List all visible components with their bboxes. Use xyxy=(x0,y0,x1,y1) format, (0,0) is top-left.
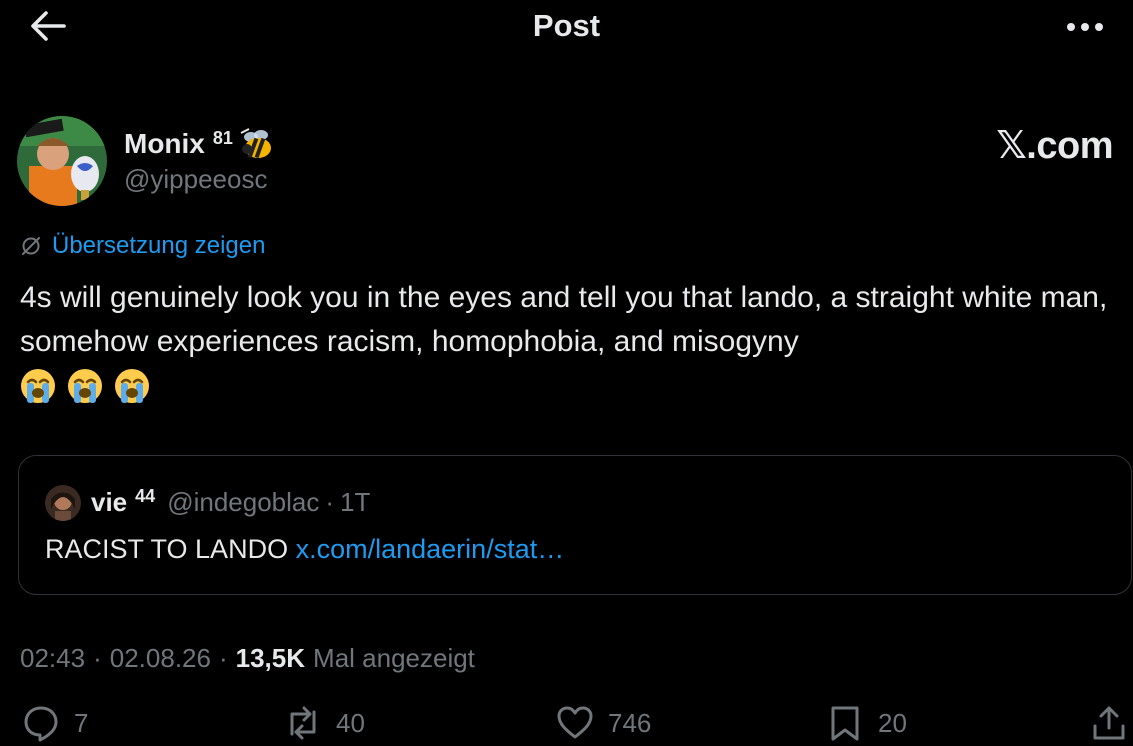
post-time[interactable]: 02:43 xyxy=(20,643,85,674)
author-name-row[interactable]: Monix 81 xyxy=(124,124,275,164)
loudly-crying-face-emoji-icon xyxy=(115,369,149,403)
bookmark-icon xyxy=(831,706,859,741)
quoted-author-name[interactable]: vie xyxy=(91,487,127,518)
quoted-text: RACIST TO LANDO x.com/landaerin/stat… xyxy=(45,534,564,565)
bookmark-button[interactable]: 20 xyxy=(826,704,907,742)
x-com-watermark: 𝕏.com xyxy=(996,125,1113,167)
quoted-header: vie 44 @indegoblac · 1T xyxy=(91,484,370,520)
emoji-row xyxy=(20,368,150,404)
quoted-avatar[interactable] xyxy=(45,485,81,521)
author-badge-number: 81 xyxy=(212,127,233,148)
bookmark-count: 20 xyxy=(878,707,907,738)
quoted-separator: · xyxy=(325,486,335,517)
quoted-author-handle[interactable]: @indegoblac xyxy=(167,487,319,518)
bee-emoji-icon xyxy=(240,128,271,159)
show-translation-link[interactable]: Übersetzung zeigen xyxy=(20,232,265,260)
loudly-crying-face-emoji-icon xyxy=(68,369,102,403)
reply-count: 7 xyxy=(74,707,89,738)
quoted-text-body: RACIST TO LANDO xyxy=(45,534,289,564)
author-name[interactable]: Monix xyxy=(124,128,205,160)
post-meta: 02:43 · 02.08.26 · 13,5K Mal angezeigt xyxy=(20,643,475,674)
repost-count: 40 xyxy=(336,707,365,738)
quoted-link[interactable]: x.com/landaerin/stat… xyxy=(296,534,565,564)
view-count[interactable]: 13,5K xyxy=(236,643,305,674)
action-bar: 7 40 746 20 xyxy=(0,704,1133,746)
post-text: 4s will genuinely look you in the eyes a… xyxy=(20,281,1108,358)
heart-icon xyxy=(557,706,593,739)
more-dots-icon[interactable] xyxy=(1065,22,1105,32)
quoted-post-card[interactable]: vie 44 @indegoblac · 1T RACIST TO LANDO … xyxy=(18,455,1132,595)
author-handle[interactable]: @yippeeosc xyxy=(124,164,267,195)
like-button[interactable]: 746 xyxy=(556,704,651,742)
top-bar: Post xyxy=(0,0,1133,52)
meta-separator: · xyxy=(93,643,102,673)
page-title: Post xyxy=(532,8,601,43)
quoted-timestamp[interactable]: 1T xyxy=(340,487,370,518)
post-date[interactable]: 02.08.26 xyxy=(110,643,211,674)
repost-button[interactable]: 40 xyxy=(284,704,365,742)
like-count: 746 xyxy=(608,707,652,738)
reply-button[interactable]: 7 xyxy=(22,704,88,742)
avatar[interactable] xyxy=(17,116,107,206)
share-icon xyxy=(1093,706,1125,740)
globe-slash-icon xyxy=(22,237,40,255)
repost-icon xyxy=(290,706,316,740)
view-count-label: Mal angezeigt xyxy=(313,643,475,673)
share-button[interactable] xyxy=(1090,704,1128,742)
meta-separator: · xyxy=(218,643,228,673)
quoted-author-badge-number: 44 xyxy=(135,485,156,506)
loudly-crying-face-emoji-icon xyxy=(21,369,55,403)
show-translation-label[interactable]: Übersetzung zeigen xyxy=(52,232,265,260)
reply-icon xyxy=(24,706,58,742)
